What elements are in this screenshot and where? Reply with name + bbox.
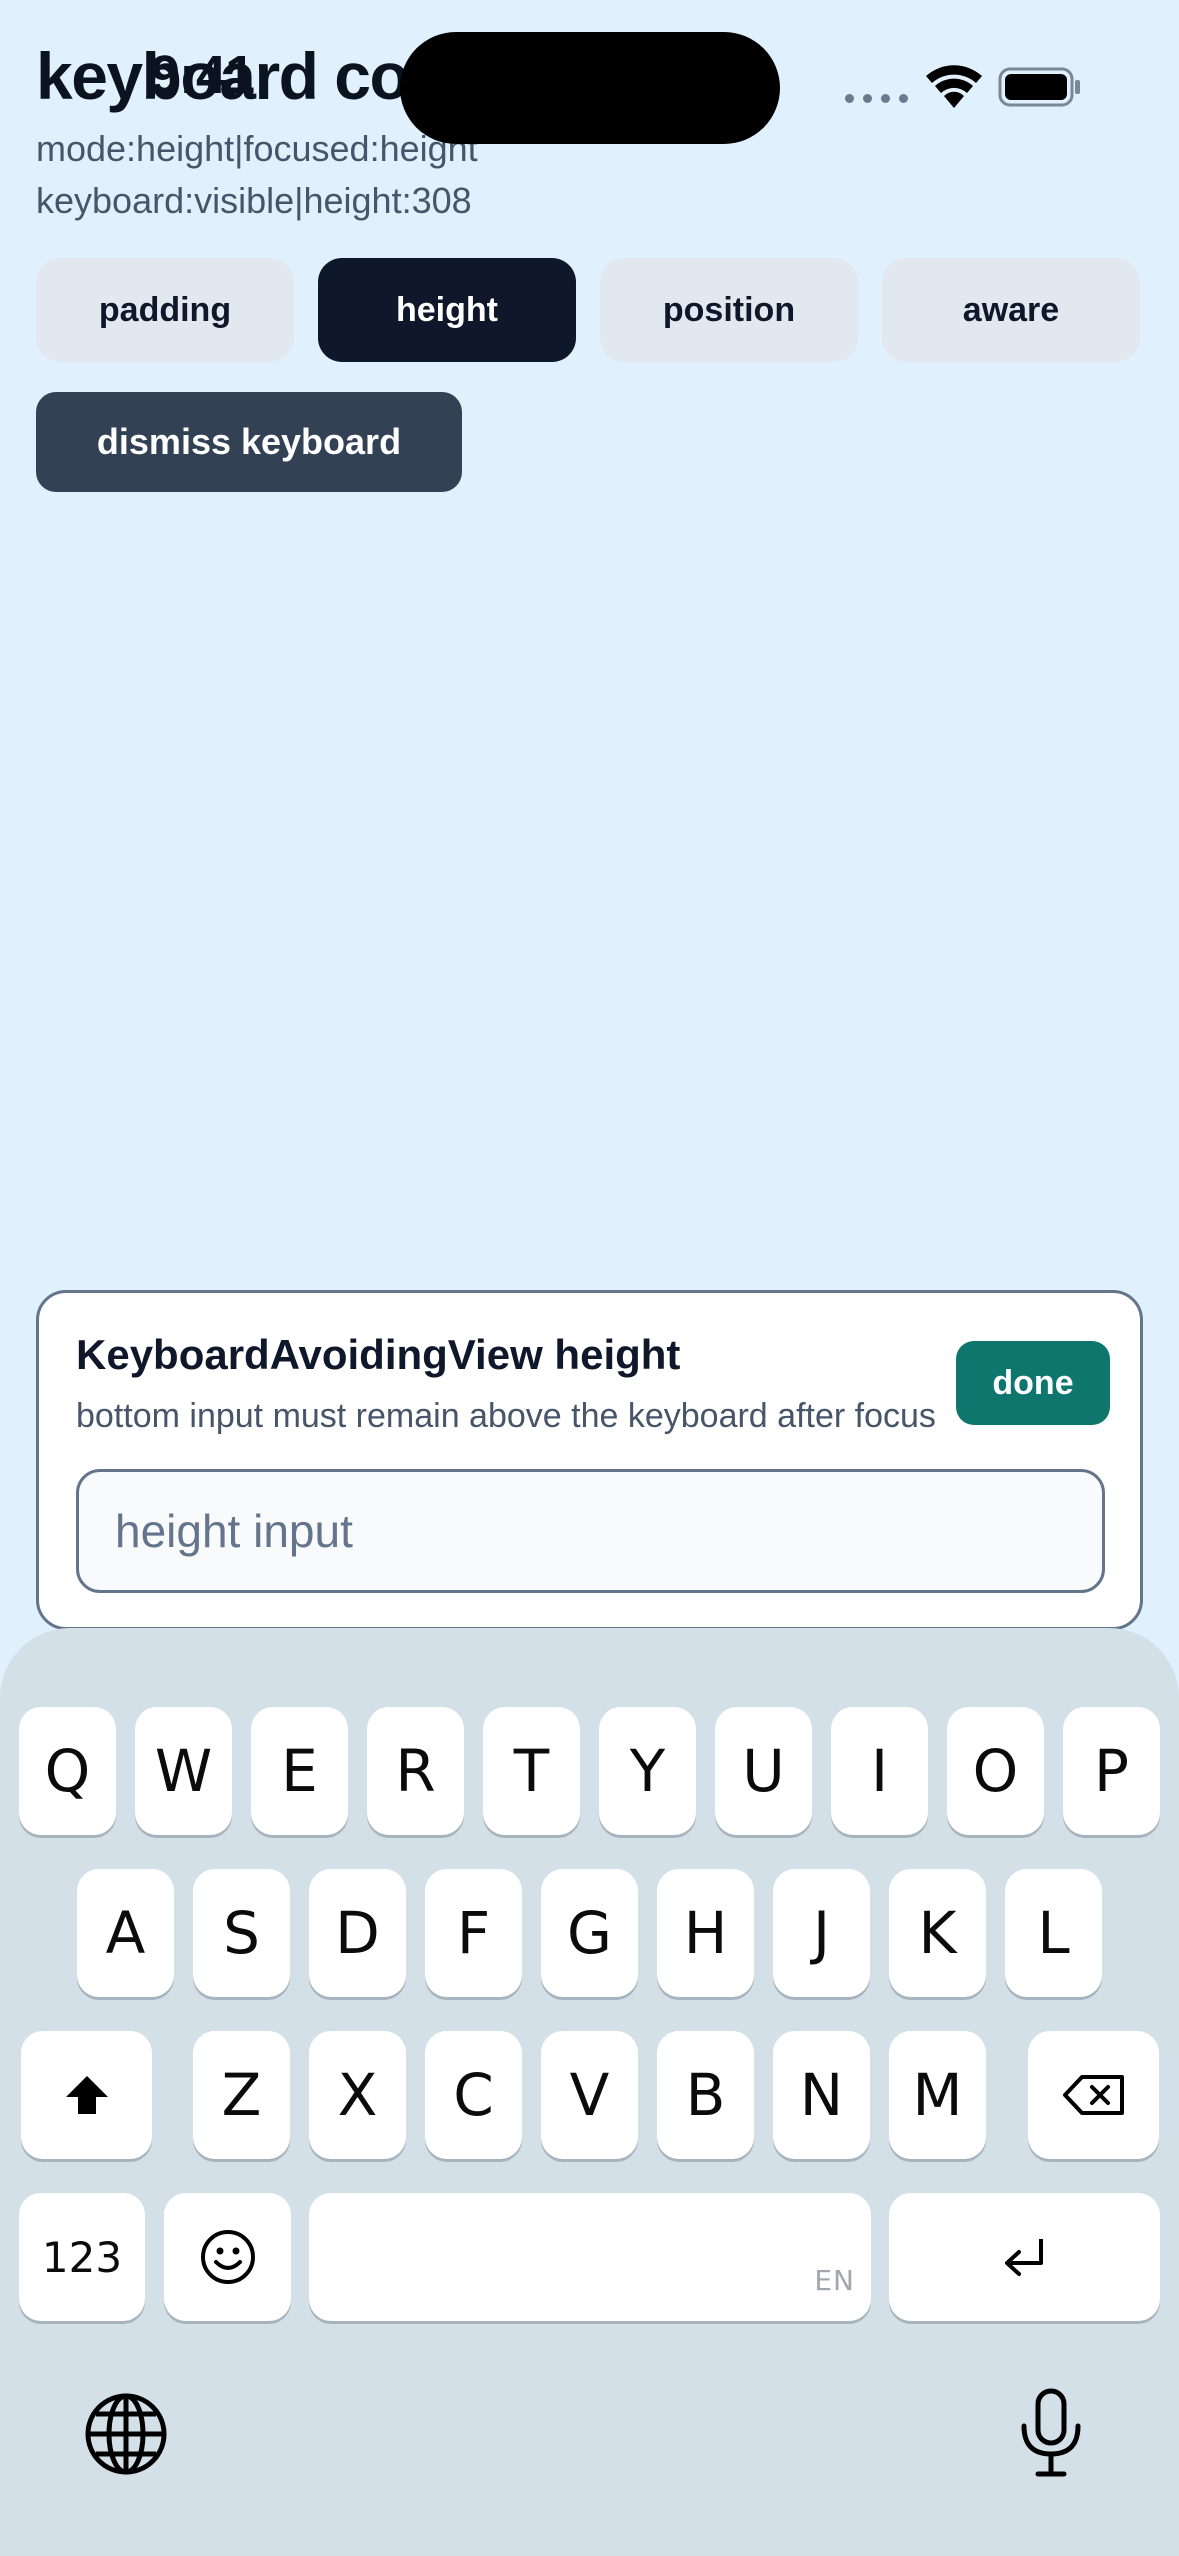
space-key[interactable]: EN (309, 2193, 871, 2321)
key-a[interactable]: A (77, 1869, 174, 1997)
key-y[interactable]: Y (599, 1707, 696, 1835)
space-language-label: EN (814, 2264, 855, 2297)
mode-status-text: mode:height|focused:height (36, 128, 478, 169)
key-v[interactable]: V (541, 2031, 638, 2159)
card-subtitle: bottom input must remain above the keybo… (76, 1397, 936, 1435)
return-key[interactable] (889, 2193, 1160, 2321)
key-q[interactable]: Q (19, 1707, 116, 1835)
key-m[interactable]: M (889, 2031, 986, 2159)
key-z[interactable]: Z (193, 2031, 290, 2159)
mode-button-height[interactable]: height (318, 258, 576, 362)
microphone-icon[interactable] (1018, 2388, 1084, 2478)
key-d[interactable]: D (309, 1869, 406, 1997)
key-p[interactable]: P (1063, 1707, 1160, 1835)
screen: keyboard co 9:41 mode:height|focused:hei… (0, 0, 1179, 2556)
backspace-icon (1062, 2075, 1124, 2115)
key-r[interactable]: R (367, 1707, 464, 1835)
mode-button-aware[interactable]: aware (882, 258, 1140, 362)
key-u[interactable]: U (715, 1707, 812, 1835)
mode-selector: padding height position aware (36, 258, 1140, 362)
shift-key[interactable] (21, 2031, 152, 2159)
key-g[interactable]: G (541, 1869, 638, 1997)
keyboard-status-text: keyboard:visible|height:308 (36, 180, 472, 221)
key-o[interactable]: O (947, 1707, 1044, 1835)
emoji-icon (200, 2230, 255, 2284)
shift-icon (65, 2076, 108, 2114)
height-input[interactable]: height input (76, 1469, 1105, 1593)
key-b[interactable]: B (657, 2031, 754, 2159)
battery-icon (998, 67, 1080, 107)
emoji-key[interactable] (164, 2193, 291, 2321)
key-s[interactable]: S (193, 1869, 290, 1997)
wifi-icon (926, 65, 982, 108)
card-title: KeyboardAvoidingView height (76, 1331, 681, 1378)
key-n[interactable]: N (773, 2031, 870, 2159)
return-icon (1004, 2239, 1043, 2276)
page-title: keyboard co (36, 39, 410, 113)
key-w[interactable]: W (135, 1707, 232, 1835)
key-e[interactable]: E (251, 1707, 348, 1835)
mode-button-padding[interactable]: padding (36, 258, 294, 362)
key-k[interactable]: K (889, 1869, 986, 1997)
backspace-key[interactable] (1028, 2031, 1159, 2159)
dismiss-keyboard-button[interactable]: dismiss keyboard (36, 392, 462, 492)
key-f[interactable]: F (425, 1869, 522, 1997)
key-l[interactable]: L (1005, 1869, 1102, 1997)
mode-button-position[interactable]: position (600, 258, 858, 362)
key-t[interactable]: T (483, 1707, 580, 1835)
signal-dots-icon (845, 94, 908, 103)
done-button[interactable]: done (956, 1341, 1110, 1425)
dynamic-island (400, 32, 780, 144)
avoiding-view-card: KeyboardAvoidingView height bottom input… (36, 1290, 1143, 1630)
key-h[interactable]: H (657, 1869, 754, 1997)
globe-icon[interactable] (84, 2392, 168, 2476)
key-i[interactable]: I (831, 1707, 928, 1835)
key-x[interactable]: X (309, 2031, 406, 2159)
numbers-key[interactable]: 123 (19, 2193, 145, 2321)
key-c[interactable]: C (425, 2031, 522, 2159)
key-j[interactable]: J (773, 1869, 870, 1997)
